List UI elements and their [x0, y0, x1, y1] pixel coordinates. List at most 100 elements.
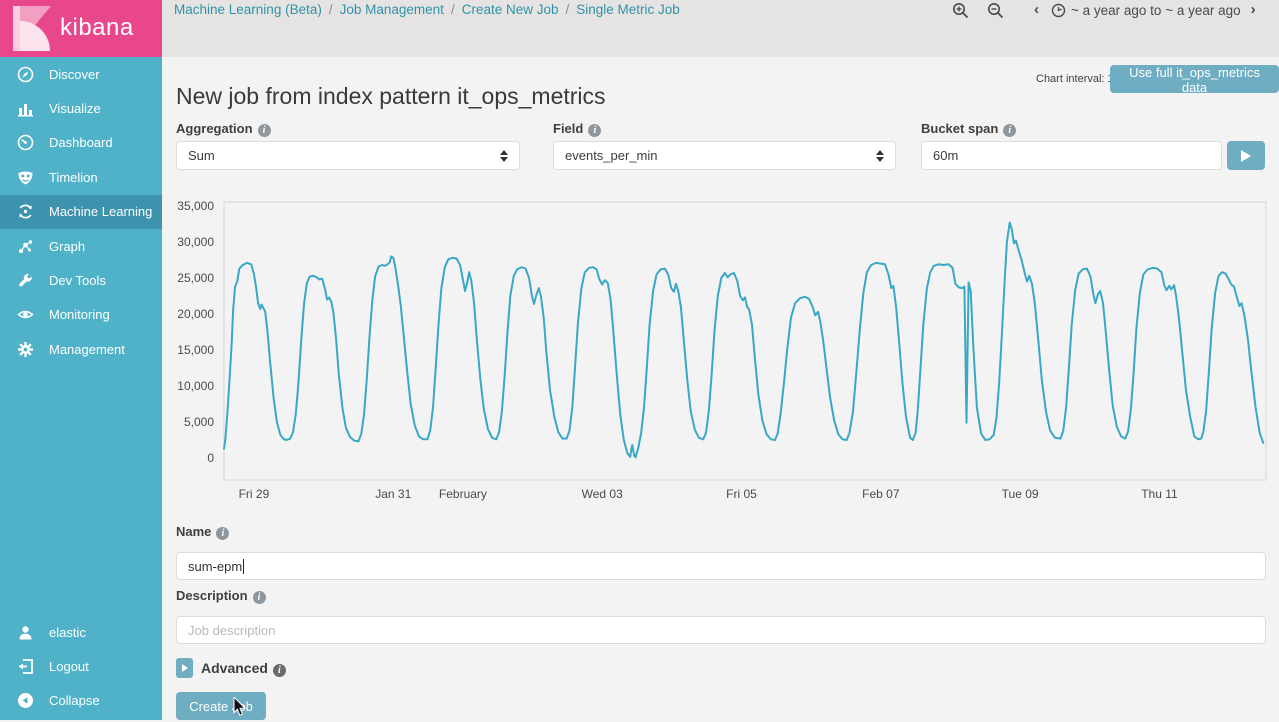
kibana-logo-icon	[13, 6, 51, 51]
bar-chart-icon	[17, 100, 34, 117]
name-label: Name	[176, 524, 229, 540]
page-title: New job from index pattern it_ops_metric…	[176, 83, 606, 110]
create-job-button[interactable]: Create Job	[176, 692, 266, 720]
x-tick-label: February	[439, 487, 487, 501]
sidebar-item-machine-learning[interactable]: Machine Learning	[0, 195, 162, 229]
y-tick-label: 5,000	[184, 415, 214, 429]
sidebar-item-dashboard[interactable]: Dashboard	[0, 126, 162, 160]
time-forward-chevron[interactable]: ›	[1251, 2, 1256, 18]
info-icon	[216, 527, 229, 540]
sidebar-item-timelion[interactable]: Timelion	[0, 160, 162, 194]
x-tick-label: Tue 09	[1002, 487, 1039, 501]
collapse-circle-icon	[17, 692, 34, 709]
breadcrumb-create-new-job[interactable]: Create New Job	[462, 2, 559, 17]
aggregation-label: Aggregation	[176, 121, 271, 137]
eye-icon	[17, 306, 34, 323]
logo-text: kibana	[60, 14, 134, 42]
aggregation-select[interactable]: Sum	[176, 141, 520, 170]
chart-line	[224, 223, 1263, 458]
wrench-icon	[17, 272, 34, 289]
x-tick-label: Fri 29	[239, 487, 270, 501]
sidebar-item-monitoring[interactable]: Monitoring	[0, 298, 162, 332]
sidebar-item-label: Monitoring	[49, 307, 110, 322]
info-icon	[273, 664, 286, 677]
breadcrumb-separator: /	[451, 2, 455, 17]
zoom-out-icon[interactable]	[987, 2, 1004, 19]
chart-interval-label: Chart interval: 1h	[1036, 73, 1120, 85]
y-tick-label: 0	[207, 451, 214, 465]
bucket-span-label: Bucket span	[921, 121, 1016, 137]
field-label: Field	[553, 121, 601, 137]
field-value: events_per_min	[565, 148, 658, 163]
breadcrumb-single-metric-job[interactable]: Single Metric Job	[576, 2, 680, 17]
gauge-icon	[17, 134, 34, 151]
breadcrumb-separator: /	[566, 2, 570, 17]
select-updown-icon	[876, 150, 884, 162]
clock-icon	[1051, 3, 1066, 18]
description-input[interactable]: Job description	[176, 616, 1266, 644]
metric-preview-chart: 05,00010,00015,00020,00025,00030,00035,0…	[176, 196, 1270, 508]
sidebar-item-label: Machine Learning	[49, 204, 152, 219]
logout-icon	[17, 658, 34, 675]
y-tick-label: 15,000	[177, 343, 214, 357]
y-tick-label: 25,000	[177, 271, 214, 285]
name-value: sum-epm	[188, 559, 242, 574]
sidebar-item-user-elastic[interactable]: elastic	[0, 615, 162, 649]
x-tick-label: Jan 31	[375, 487, 411, 501]
gear-icon	[17, 341, 34, 358]
name-input[interactable]: sum-epm	[176, 552, 1266, 580]
run-preview-button[interactable]	[1227, 141, 1265, 170]
text-caret	[243, 559, 244, 574]
x-tick-label: Thu 11	[1141, 487, 1178, 501]
y-tick-label: 30,000	[177, 235, 214, 249]
field-select[interactable]: events_per_min	[553, 141, 896, 170]
info-icon	[588, 124, 601, 137]
sidebar-item-label: Discover	[49, 67, 100, 82]
sidebar-item-visualize[interactable]: Visualize	[0, 91, 162, 125]
bucket-span-input[interactable]: 60m	[921, 141, 1222, 170]
description-placeholder: Job description	[188, 623, 275, 638]
y-tick-label: 10,000	[177, 379, 214, 393]
sidebar-item-label: Collapse	[49, 693, 100, 708]
chevron-right-icon	[182, 664, 188, 672]
sidebar-item-logout[interactable]: Logout	[0, 649, 162, 683]
zoom-in-icon[interactable]	[952, 2, 969, 19]
network-icon	[17, 238, 34, 255]
play-icon	[1241, 150, 1251, 162]
breadcrumb-machine-learning[interactable]: Machine Learning (Beta)	[174, 2, 322, 17]
y-tick-label: 35,000	[177, 199, 214, 213]
sidebar-item-management[interactable]: Management	[0, 332, 162, 366]
sidebar-item-dev-tools[interactable]: Dev Tools	[0, 263, 162, 297]
sidebar-item-label: Visualize	[49, 101, 101, 116]
sidebar-item-label: Graph	[49, 239, 85, 254]
sidebar-item-label: Timelion	[49, 170, 98, 185]
time-back-chevron[interactable]: ‹	[1034, 2, 1039, 18]
topbar-controls: ‹ ~ a year ago to ~ a year ago ›	[952, 1, 1256, 19]
info-icon	[1003, 124, 1016, 137]
breadcrumb: Machine Learning (Beta) / Job Management / C…	[174, 1, 680, 19]
sidebar-item-label: Dashboard	[49, 135, 113, 150]
advanced-label: Advanced	[201, 660, 286, 677]
chart-plot-border	[224, 202, 1266, 480]
sidebar-item-label: Management	[49, 342, 125, 357]
aggregation-value: Sum	[188, 148, 215, 163]
select-updown-icon	[500, 150, 508, 162]
sidebar-item-label: elastic	[49, 625, 86, 640]
sidebar-item-discover[interactable]: Discover	[0, 57, 162, 91]
time-range-picker[interactable]: ~ a year ago to ~ a year ago	[1071, 3, 1241, 18]
top-bar: kibana Machine Learning (Beta) / Job Manag…	[0, 0, 1279, 57]
breadcrumb-job-management[interactable]: Job Management	[340, 2, 444, 17]
kibana-logo[interactable]: kibana	[0, 0, 162, 57]
sidebar-item-collapse[interactable]: Collapse	[0, 684, 162, 718]
description-label: Description	[176, 588, 266, 604]
sidebar-item-graph[interactable]: Graph	[0, 229, 162, 263]
mask-icon	[17, 169, 34, 186]
use-full-data-button[interactable]: Use full it_ops_metrics data	[1110, 65, 1279, 93]
x-tick-label: Feb 07	[862, 487, 900, 501]
advanced-expand-button[interactable]	[176, 658, 193, 678]
info-icon	[258, 124, 271, 137]
x-tick-label: Wed 03	[582, 487, 623, 501]
breadcrumb-separator: /	[329, 2, 333, 17]
user-icon	[17, 624, 34, 641]
sidebar-item-label: Dev Tools	[49, 273, 106, 288]
